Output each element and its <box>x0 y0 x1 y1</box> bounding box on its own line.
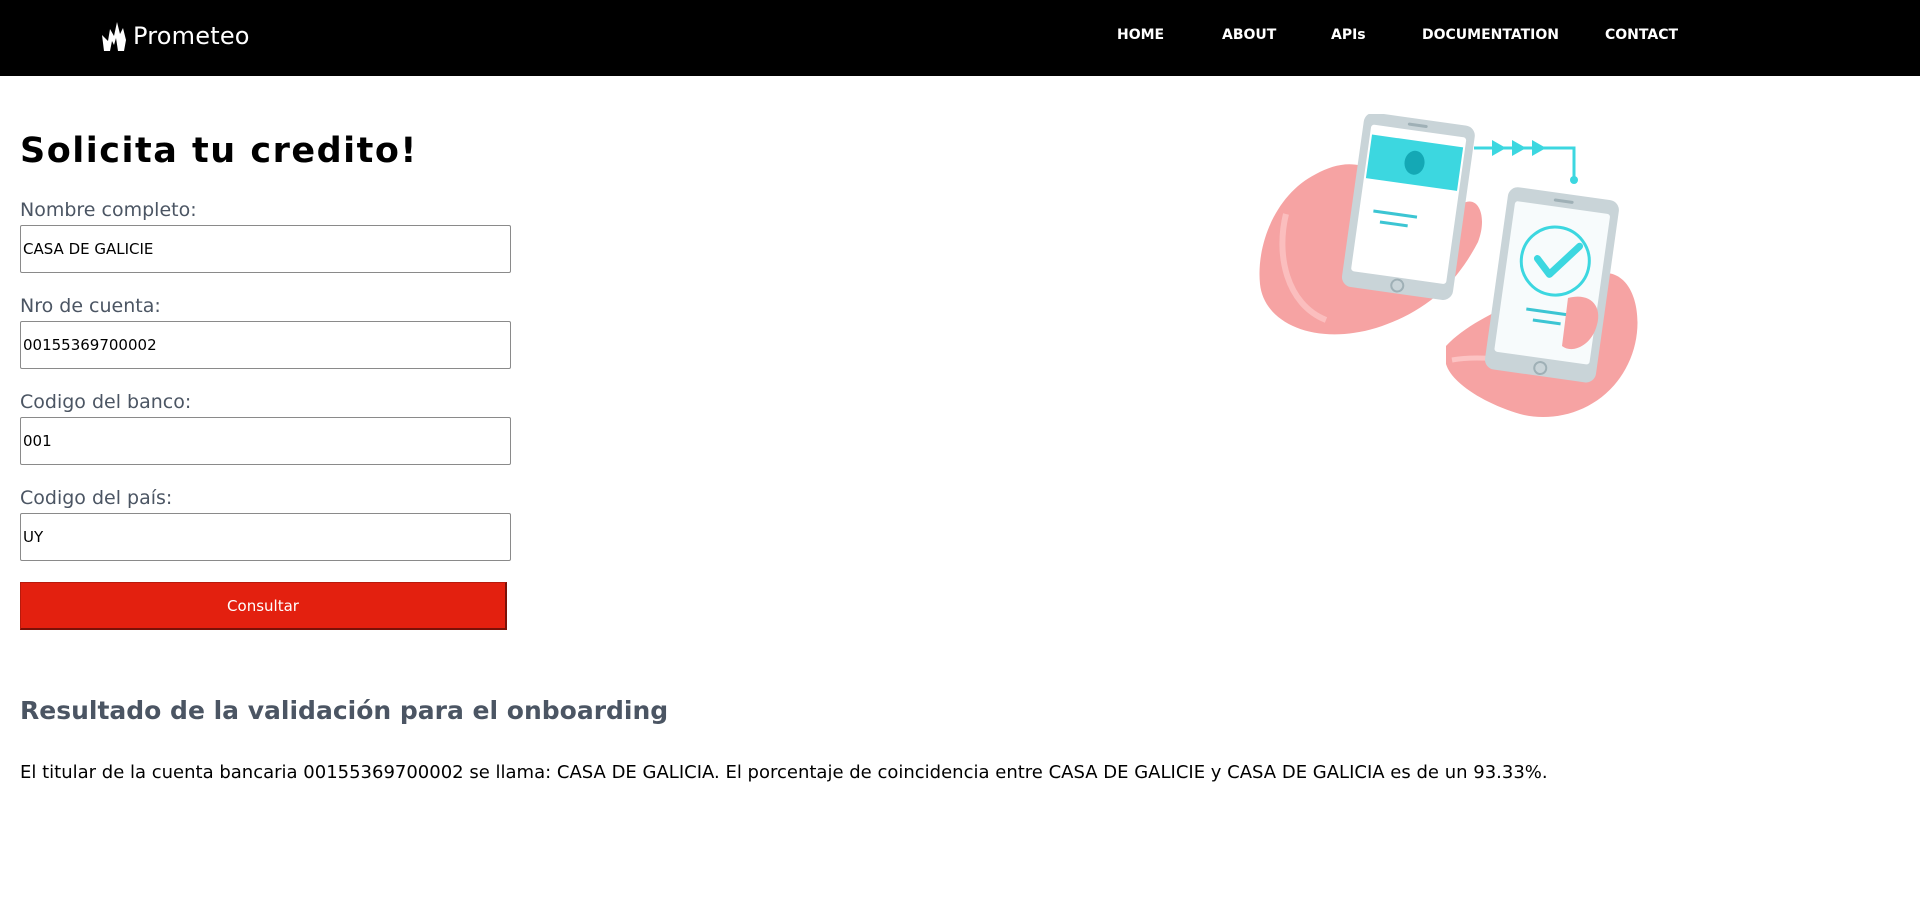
phone-payment-illustration <box>1259 114 1638 418</box>
country-code-label: Codigo del país: <box>20 487 173 509</box>
nav-home[interactable]: HOME <box>1117 27 1164 43</box>
full-name-input[interactable] <box>20 225 511 273</box>
top-navbar: Prometeo HOME ABOUT APIs DOCUMENTATION C… <box>0 0 1920 76</box>
result-heading: Resultado de la validación para el onboa… <box>20 696 669 725</box>
nav-contact[interactable]: CONTACT <box>1605 27 1678 43</box>
account-number-label: Nro de cuenta: <box>20 295 161 317</box>
nav-apis[interactable]: APIs <box>1331 27 1366 43</box>
page-title: Solicita tu credito! <box>20 131 418 171</box>
nav-about[interactable]: ABOUT <box>1222 27 1276 43</box>
consultar-button[interactable]: Consultar <box>20 582 507 630</box>
nav-documentation[interactable]: DOCUMENTATION <box>1422 27 1559 43</box>
full-name-label: Nombre completo: <box>20 199 197 221</box>
account-number-input[interactable] <box>20 321 511 369</box>
bank-code-input[interactable] <box>20 417 511 465</box>
bank-code-label: Codigo del banco: <box>20 391 192 413</box>
main-nav: HOME ABOUT APIs DOCUMENTATION CONTACT <box>0 27 1920 47</box>
result-message: El titular de la cuenta bancaria 0015536… <box>20 762 1548 783</box>
country-code-input[interactable] <box>20 513 511 561</box>
